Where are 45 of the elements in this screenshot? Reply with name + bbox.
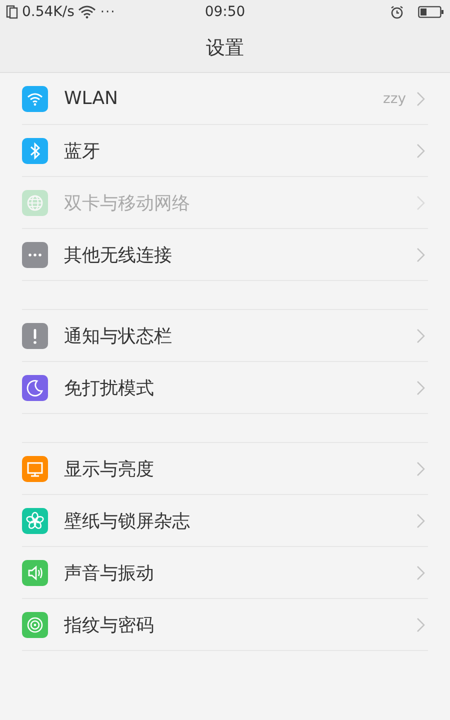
item-label: 显示与亮度 (64, 458, 155, 480)
moon-icon (22, 374, 48, 400)
item-label: 指纹与密码 (64, 614, 155, 636)
speaker-icon (22, 560, 48, 586)
chevron-icon (416, 460, 426, 476)
wifi-icon (22, 86, 48, 112)
monitor-icon (22, 456, 48, 482)
chevron-icon (416, 142, 426, 158)
item-label: 壁纸与锁屏杂志 (64, 510, 191, 532)
settings-item[interactable]: 蓝牙 (22, 125, 428, 177)
chevron-icon (416, 564, 426, 580)
item-value: zzy (383, 90, 406, 106)
item-label: 通知与状态栏 (64, 324, 173, 348)
flower-icon (22, 508, 48, 534)
more-indicator: ··· (100, 4, 116, 20)
wifi-icon (78, 5, 96, 19)
settings-item[interactable]: 壁纸与锁屏杂志 (22, 495, 428, 547)
settings-item[interactable]: 指纹与密码 (22, 599, 428, 651)
chevron-icon (416, 246, 426, 262)
chevron-icon (416, 616, 426, 632)
item-label: 蓝牙 (64, 140, 101, 162)
dots-icon (22, 242, 48, 268)
item-label: 声音与振动 (64, 562, 155, 584)
settings-item[interactable]: 通知与状态栏 (22, 310, 428, 362)
chevron-icon (416, 328, 426, 344)
settings-item[interactable]: 其他无线连接 (22, 229, 428, 281)
item-label: 其他无线连接 (64, 244, 173, 266)
chevron-icon (416, 194, 426, 210)
battery-icon (418, 6, 444, 18)
globe-icon (22, 190, 48, 216)
chevron-icon (416, 512, 426, 528)
chevron-icon (416, 90, 426, 106)
item-label: 免打扰模式 (64, 376, 155, 400)
chevron-icon (416, 380, 426, 396)
settings-item[interactable]: 声音与振动 (22, 547, 428, 599)
bluetooth-icon (22, 138, 48, 164)
settings-item[interactable]: 免打扰模式 (22, 362, 428, 414)
clock-time: 09:50 (204, 4, 246, 20)
item-label: WLAN (64, 88, 120, 109)
exclaim-icon (22, 322, 48, 348)
settings-item[interactable]: 显示与亮度 (22, 443, 428, 495)
page-title: 设置 (205, 36, 245, 61)
item-label: 双卡与移动网络 (64, 192, 191, 214)
alarm-clock-icon (390, 5, 404, 19)
network-speed: 0.54K/s (22, 4, 74, 20)
